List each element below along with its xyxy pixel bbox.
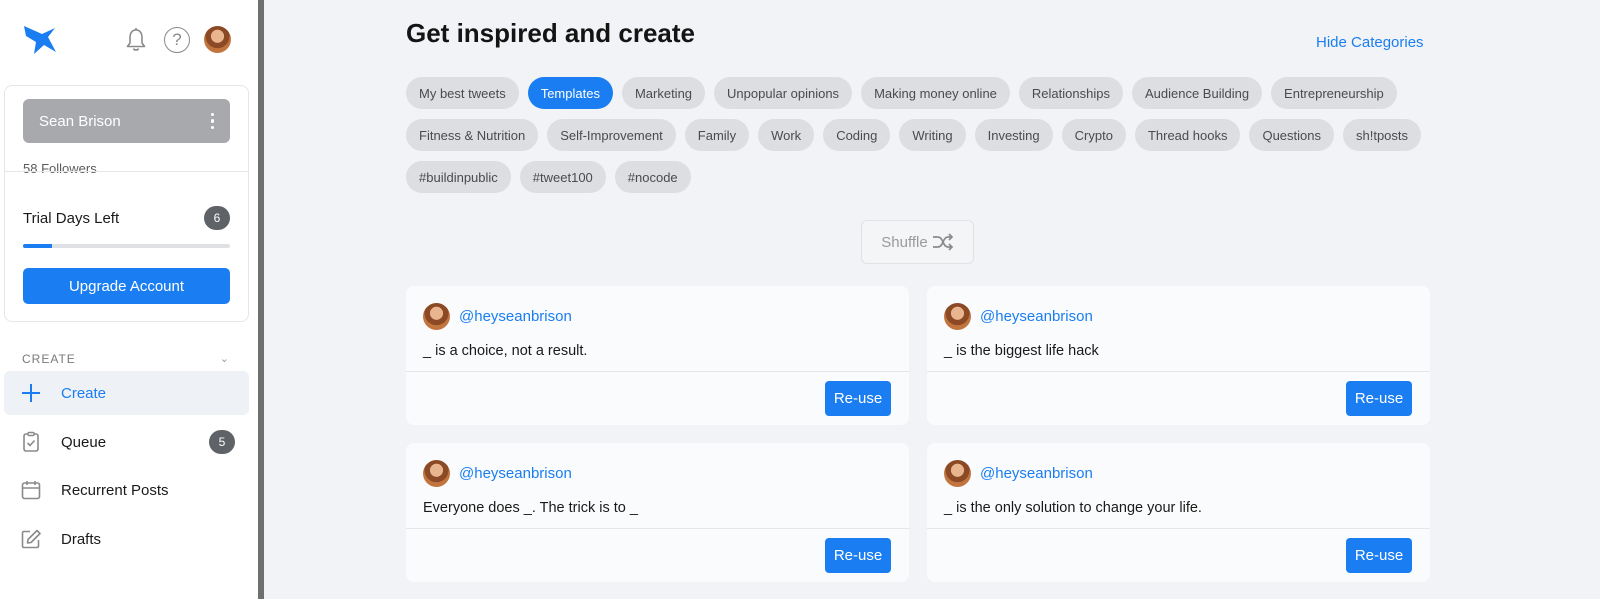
avatar: [944, 303, 971, 330]
category-chip[interactable]: Coding: [823, 119, 891, 151]
shuffle-button[interactable]: Shuffle: [861, 220, 974, 264]
reuse-button[interactable]: Re-use: [1346, 538, 1412, 573]
sidebar-item-create[interactable]: Create: [4, 371, 249, 415]
template-card: @heyseanbrison _ is the only solution to…: [927, 443, 1430, 582]
category-chip[interactable]: Self-Improvement: [547, 119, 676, 151]
plus-icon: [20, 382, 42, 404]
divider: [927, 371, 1430, 372]
account-switcher-button[interactable]: Sean Brison: [23, 99, 230, 143]
clipboard-check-icon: [20, 431, 42, 453]
sidebar: ? Sean Brison 58 Followers Trial Days Le…: [0, 0, 258, 599]
sidebar-resize-handle[interactable]: [258, 0, 264, 599]
divider: [927, 528, 1430, 529]
chevron-down-icon[interactable]: ⌄: [220, 352, 230, 365]
more-vertical-icon[interactable]: [210, 112, 214, 130]
logo-bird-icon[interactable]: [22, 22, 58, 56]
category-chip[interactable]: Marketing: [621, 77, 706, 109]
calendar-icon: [20, 479, 42, 501]
help-icon[interactable]: ?: [164, 27, 190, 53]
sidebar-item-label: Queue: [61, 433, 107, 451]
author-handle-link[interactable]: @heyseanbrison: [980, 465, 1093, 482]
template-text: _ is the only solution to change your li…: [944, 500, 1202, 516]
avatar[interactable]: [204, 26, 231, 53]
queue-count-badge: 5: [209, 430, 235, 454]
upgrade-account-button[interactable]: Upgrade Account: [23, 268, 230, 304]
account-name: Sean Brison: [39, 112, 121, 130]
trial-progress-fill: [23, 244, 52, 248]
category-chip[interactable]: Audience Building: [1131, 77, 1263, 109]
followers-count: 58 Followers: [23, 161, 97, 176]
category-chip[interactable]: Unpopular opinions: [714, 77, 853, 109]
category-chip[interactable]: My best tweets: [406, 77, 519, 109]
trial-progress-bar: [23, 244, 230, 248]
category-chip[interactable]: Making money online: [861, 77, 1010, 109]
sidebar-item-label: Create: [61, 384, 107, 402]
category-chip[interactable]: Questions: [1249, 119, 1334, 151]
trial-days-badge: 6: [204, 206, 230, 230]
category-chip[interactable]: #nocode: [614, 161, 691, 193]
author-handle-link[interactable]: @heyseanbrison: [459, 465, 572, 482]
category-chip[interactable]: #tweet100: [519, 161, 606, 193]
category-chip[interactable]: Writing: [899, 119, 966, 151]
sidebar-item-label: Recurrent Posts: [61, 481, 169, 499]
create-section-header[interactable]: CREATE ⌄: [22, 352, 230, 366]
reuse-button[interactable]: Re-use: [825, 381, 891, 416]
template-text: _ is a choice, not a result.: [423, 343, 588, 359]
category-chip[interactable]: Work: [758, 119, 815, 151]
avatar: [944, 460, 971, 487]
shuffle-icon: [932, 233, 953, 251]
sidebar-item-queue[interactable]: Queue 5: [4, 420, 249, 464]
category-chip[interactable]: Entrepreneurship: [1271, 77, 1397, 109]
sidebar-item-recurrent-posts[interactable]: Recurrent Posts: [4, 468, 249, 512]
page-title: Get inspired and create: [406, 18, 695, 48]
category-chip[interactable]: Thread hooks: [1134, 119, 1241, 151]
divider: [406, 528, 909, 529]
bell-icon[interactable]: [124, 27, 148, 53]
template-text: Everyone does _. The trick is to _: [423, 500, 638, 516]
divider: [406, 371, 909, 372]
category-chips: My best tweets Templates Marketing Unpopula…: [406, 77, 1440, 193]
category-chip[interactable]: Crypto: [1061, 119, 1126, 151]
sidebar-item-drafts[interactable]: Drafts: [4, 517, 249, 561]
template-text: _ is the biggest life hack: [944, 343, 1099, 359]
divider: [5, 171, 248, 172]
reuse-button[interactable]: Re-use: [825, 538, 891, 573]
category-chip[interactable]: Family: [684, 119, 750, 151]
sidebar-item-label: Drafts: [61, 530, 102, 548]
account-card: Sean Brison 58 Followers Trial Days Left…: [4, 85, 249, 322]
trial-label: Trial Days Left: [23, 210, 120, 227]
category-chip[interactable]: Investing: [974, 119, 1053, 151]
category-chip[interactable]: Relationships: [1018, 77, 1123, 109]
avatar: [423, 460, 450, 487]
category-chip[interactable]: Fitness & Nutrition: [406, 119, 539, 151]
category-chip[interactable]: sh!tposts: [1343, 119, 1422, 151]
author-handle-link[interactable]: @heyseanbrison: [459, 308, 572, 325]
category-chip[interactable]: #buildinpublic: [406, 161, 511, 193]
author-handle-link[interactable]: @heyseanbrison: [980, 308, 1093, 325]
reuse-button[interactable]: Re-use: [1346, 381, 1412, 416]
avatar: [423, 303, 450, 330]
category-chip[interactable]: Templates: [527, 77, 613, 109]
template-card: @heyseanbrison Everyone does _. The tric…: [406, 443, 909, 582]
template-card: @heyseanbrison _ is a choice, not a resu…: [406, 286, 909, 425]
hide-categories-link[interactable]: Hide Categories: [1316, 34, 1424, 51]
edit-icon: [20, 528, 42, 550]
template-card: @heyseanbrison _ is the biggest life hac…: [927, 286, 1430, 425]
section-title: CREATE: [22, 352, 76, 366]
shuffle-label: Shuffle: [881, 233, 928, 251]
